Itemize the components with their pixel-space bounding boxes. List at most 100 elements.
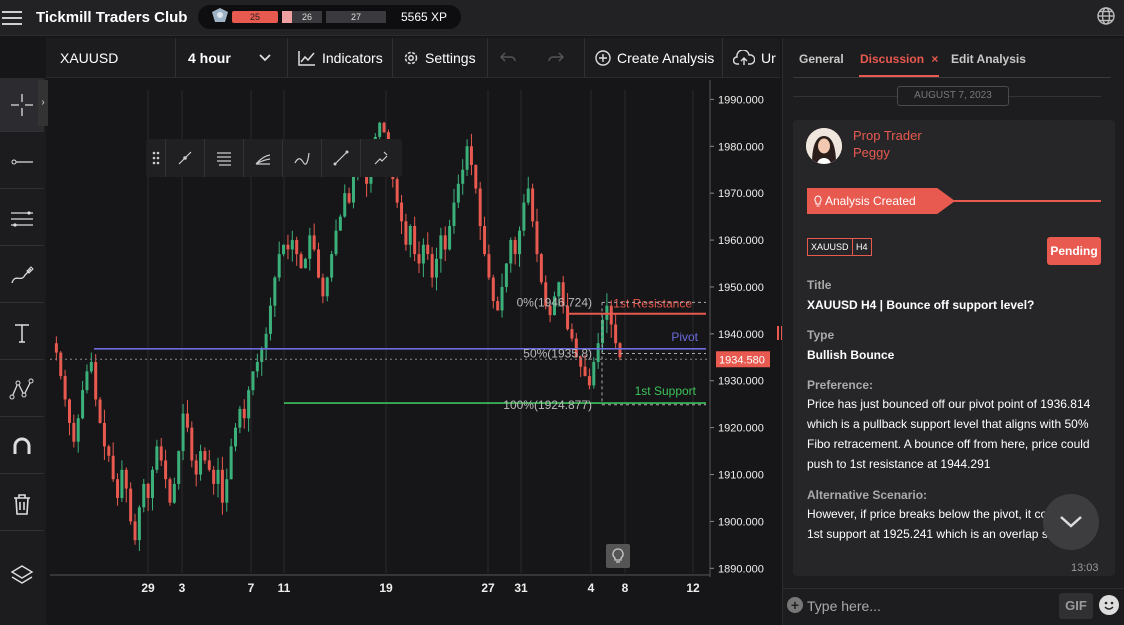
xp-value: 5565 XP (401, 10, 448, 24)
candle-body (234, 427, 238, 447)
fib-tool[interactable] (205, 139, 244, 177)
expand-arrow-icon[interactable]: › (38, 80, 48, 126)
candle-body (439, 235, 443, 259)
candle-body (260, 347, 264, 362)
candle-body (321, 277, 325, 297)
candle-body (107, 446, 111, 456)
channel-tool[interactable] (0, 192, 44, 246)
crosshair-tool[interactable]: › (0, 78, 48, 132)
create-analysis-button[interactable]: Create Analysis (585, 38, 723, 78)
upload-button[interactable]: Ur (723, 38, 780, 78)
candle-body (491, 277, 495, 302)
candle-body (255, 361, 259, 372)
candle-body (251, 371, 255, 391)
timeframe-dropdown[interactable]: 4 hour (176, 38, 288, 78)
y-tick-label: 1900.000 (718, 516, 764, 528)
y-tick-label: 1980.000 (718, 141, 764, 153)
candle-body (216, 469, 220, 484)
timeframe-tag: H4 (852, 238, 872, 256)
settings-label: Settings (425, 50, 476, 66)
fib-fan-tool[interactable] (244, 139, 283, 177)
globe-icon[interactable] (1096, 6, 1116, 26)
candle-body (609, 305, 613, 325)
chevron-down-icon (259, 54, 271, 62)
trendline-icon (178, 151, 192, 165)
gif-button[interactable]: GIF (1059, 593, 1093, 619)
candle (539, 252, 543, 285)
candle-body (89, 361, 93, 372)
message-input-bar: + GIF (783, 588, 1124, 625)
candle-body (67, 399, 71, 423)
chart-line-icon (298, 51, 315, 66)
pattern-icon (9, 378, 34, 399)
candle-body (443, 235, 447, 250)
line-tool[interactable] (0, 135, 44, 189)
magnet-tool[interactable] (0, 420, 44, 474)
preference-label: Preference: (807, 378, 874, 392)
fib-label: 100%(1924.877) (503, 398, 592, 412)
candle-body (264, 333, 268, 348)
candle-body (238, 408, 242, 428)
avatar[interactable] (806, 128, 842, 164)
x-tick-label: 4 (588, 581, 595, 595)
trendline-tool[interactable] (166, 139, 205, 177)
candle-body (229, 446, 233, 480)
path-tool[interactable] (361, 139, 400, 177)
redo-icon (547, 52, 564, 62)
undo-icon (499, 52, 516, 62)
pattern-tool[interactable] (0, 363, 44, 417)
layers-tool[interactable] (0, 548, 44, 602)
candle-body (177, 451, 181, 484)
drag-handle-icon[interactable] (146, 139, 166, 177)
xp-level-after: 27 (326, 11, 386, 23)
crosshair-icon (11, 93, 33, 116)
settings-button[interactable]: Settings (393, 38, 488, 78)
candle-body (500, 286, 504, 311)
candle-body (400, 202, 404, 222)
candle-body (268, 305, 272, 334)
type-value: Bullish Bounce (807, 348, 895, 362)
candle-body (111, 455, 115, 480)
symbol-selector[interactable]: XAUUSD (46, 38, 176, 78)
tab-general[interactable]: General (799, 52, 844, 66)
lightbulb-icon[interactable] (606, 544, 630, 568)
emoji-icon[interactable] (1099, 595, 1119, 615)
candle-body (312, 235, 316, 250)
candle-body (378, 122, 382, 137)
candle-body (334, 230, 338, 255)
candle-body (129, 488, 133, 522)
tab-edit-analysis[interactable]: Edit Analysis (951, 52, 1026, 66)
candle-body (583, 366, 587, 377)
curve-tool[interactable] (283, 139, 322, 177)
message-input[interactable] (807, 595, 1047, 617)
scroll-down-button[interactable] (1043, 494, 1099, 550)
preference-line: push to 1st resistance at 1944.291 (807, 457, 991, 471)
hamburger-menu-icon[interactable] (2, 7, 22, 27)
fibonacci-icon (217, 152, 231, 166)
candle-body (203, 451, 207, 461)
indicators-button[interactable]: Indicators (288, 38, 393, 78)
redo-button[interactable] (533, 38, 585, 78)
tab-discussion[interactable]: Discussion × (860, 52, 938, 66)
candle-body (146, 483, 150, 498)
level-label: 1st Support (635, 384, 697, 398)
y-tick-label: 1970.000 (718, 188, 764, 200)
ray-tool[interactable] (322, 139, 361, 177)
delete-tool[interactable] (0, 477, 44, 531)
candle-body (430, 254, 434, 278)
add-attachment-icon[interactable]: + (787, 597, 803, 613)
close-icon[interactable]: × (931, 52, 938, 66)
candle-body (225, 479, 229, 503)
preference-text: Price has just bounced off our pivot poi… (807, 394, 1107, 474)
brush-tool[interactable] (0, 249, 44, 303)
candle (129, 482, 133, 525)
candle-body (164, 460, 168, 480)
undo-button[interactable] (488, 38, 533, 78)
trash-icon (14, 493, 30, 515)
y-tick-label: 1960.000 (718, 235, 764, 247)
y-tick-label: 1890.000 (718, 563, 764, 575)
text-tool[interactable] (0, 306, 44, 360)
candle-body (303, 258, 307, 269)
candle-body (478, 188, 482, 226)
y-tick-label: 1940.000 (718, 329, 764, 341)
